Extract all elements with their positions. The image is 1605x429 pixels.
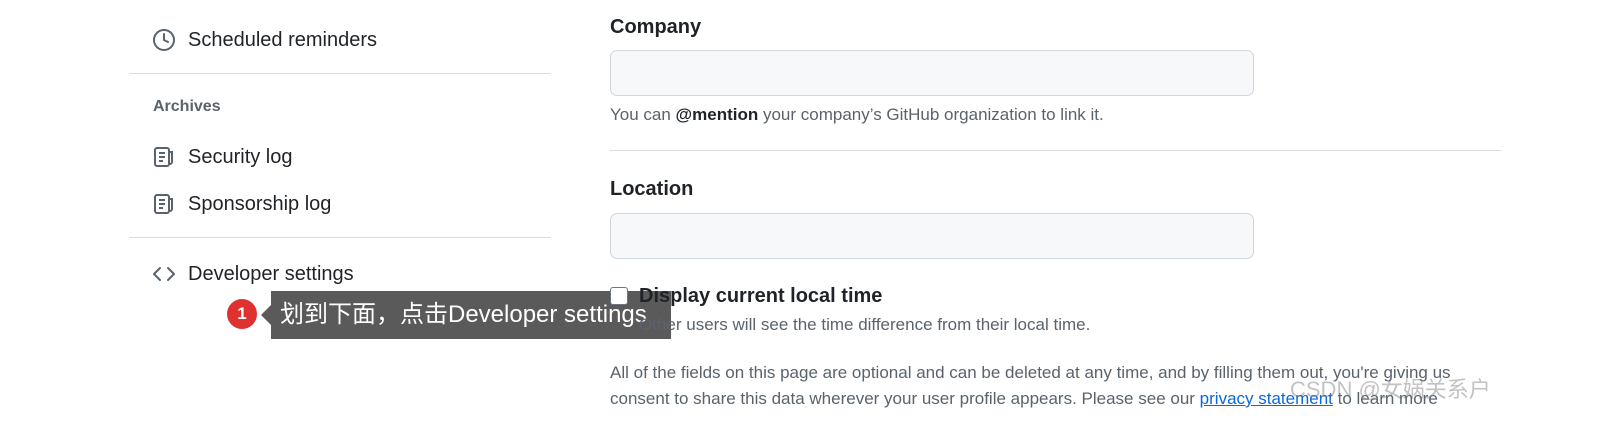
archives-heading: Archives — [153, 98, 221, 115]
local-time-label: Display current local time — [639, 285, 883, 307]
sidebar-item-developer-settings[interactable]: Developer settings — [152, 259, 354, 289]
local-time-checkbox[interactable] — [610, 287, 628, 305]
code-icon — [152, 262, 176, 286]
sidebar-item-sponsorship-log[interactable]: Sponsorship log — [152, 189, 331, 219]
footer-line2-prefix: consent to share this data wherever your… — [610, 389, 1200, 408]
log-icon — [152, 192, 176, 216]
sidebar-divider — [129, 73, 551, 74]
company-help-text: You can @mention your company’s GitHub o… — [610, 105, 1104, 125]
step-number-badge: 1 — [227, 299, 257, 329]
sidebar-item-label: Security log — [188, 145, 293, 168]
sidebar-item-label: Sponsorship log — [188, 192, 332, 215]
form-divider — [610, 150, 1501, 151]
mention-text: @mention — [675, 105, 759, 124]
local-time-help-text: Other users will see the time difference… — [639, 315, 1091, 334]
sidebar-item-scheduled-reminders[interactable]: Scheduled reminders — [152, 25, 377, 55]
company-input[interactable] — [610, 50, 1254, 96]
company-label: Company — [610, 16, 702, 38]
company-help-suffix: your company’s GitHub organization to li… — [758, 105, 1104, 124]
clock-icon — [152, 28, 176, 52]
location-input[interactable] — [610, 213, 1254, 259]
sidebar-item-label: Scheduled reminders — [188, 28, 377, 51]
watermark: CSDN @女娲关系户 — [1290, 377, 1491, 402]
sidebar-divider — [129, 237, 551, 238]
log-icon — [152, 145, 176, 169]
sidebar-item-label: Developer settings — [188, 262, 354, 285]
sidebar-item-security-log[interactable]: Security log — [152, 142, 293, 172]
location-label: Location — [610, 178, 694, 200]
company-help-prefix: You can — [610, 105, 676, 124]
